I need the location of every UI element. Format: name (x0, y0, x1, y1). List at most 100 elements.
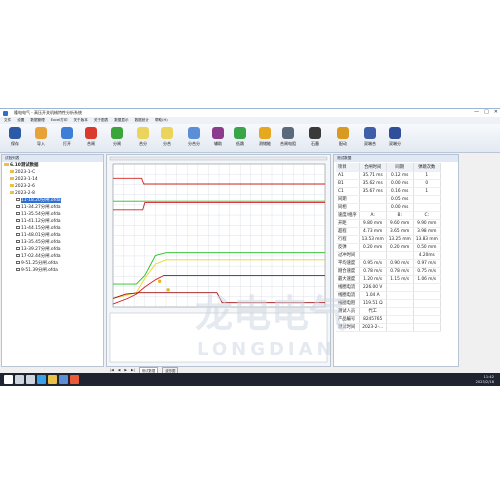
tree-folder[interactable]: 2023-2-8 (2, 190, 103, 197)
folder-icon[interactable] (48, 375, 57, 384)
tree-file[interactable]: 17-02.44分闸.ofda (2, 253, 103, 260)
tree-file[interactable]: 9-51.25分闸.ofda (2, 260, 103, 267)
tree-file[interactable]: 11-34.27分闸.ofda (2, 204, 103, 211)
test-file-tree: 2023-1-C 2023-1-14 2023-2-6 2023-2-8 11-18.2… (2, 169, 103, 274)
tree-folder[interactable]: 2023-1-14 (2, 176, 103, 183)
folder-icon (4, 162, 9, 166)
toolbar-button-save[interactable]: 保存 (5, 127, 25, 151)
waveform-info-area (109, 312, 328, 363)
maximize-button[interactable]: □ (484, 109, 489, 115)
tree-file[interactable]: 11-48.01分闸.ofda (2, 232, 103, 239)
close-button[interactable]: ✕ (494, 109, 498, 115)
toolbar-button-label: 分闸 (113, 141, 121, 146)
menu-about-chart[interactable]: 关于图表 (94, 118, 108, 123)
toolbar-button-energy-storage[interactable]: 测储能 (255, 127, 275, 151)
tree-file[interactable]: 11-18.20分闸.ofda (2, 197, 103, 204)
table-row[interactable]: 测试人员 代工 (336, 307, 441, 316)
table-row[interactable]: 线圈电流 1.04 A (336, 291, 441, 300)
table-cell: 1 (413, 171, 441, 180)
search-icon[interactable] (15, 375, 24, 384)
toolbar-button-label: 辅助 (214, 141, 222, 146)
menu-data-statistics[interactable]: 数据统计 (135, 118, 149, 123)
toolbar-button-graphite[interactable]: 石墨 (305, 127, 325, 151)
table-row[interactable]: 线圈电阻 119.51 Ω (336, 299, 441, 308)
toolbar-button-ocо[interactable]: 分合分 (184, 127, 204, 151)
table-row[interactable]: 反弹 0.20 mm 0.20 mm 0.50 mm (336, 243, 441, 252)
table-row[interactable]: 测试时间 2023-2-... (336, 323, 441, 332)
menu-file[interactable]: 文件 (4, 118, 11, 123)
tree-root[interactable]: 6.10测试数据 (2, 162, 103, 169)
browser-icon[interactable] (37, 375, 46, 384)
cursor-marker[interactable] (166, 288, 170, 292)
table-cell (413, 195, 441, 204)
clock-date[interactable]: 2023/2/18 (476, 380, 494, 385)
table-cell: 226.00 V (359, 283, 387, 292)
table-row[interactable]: 行程 13.53 mm 13.25 mm 13.83 mm (336, 235, 441, 244)
menu-data-display[interactable]: 数据显示 (114, 118, 128, 123)
nav-last-button[interactable]: ▶| (131, 368, 135, 372)
toolbar-button-closing-resistor[interactable]: 合闸电阻 (278, 127, 298, 151)
tree-file[interactable]: 11-44.15分闸.ofda (2, 225, 103, 232)
table-row[interactable]: 平均速度 0.95 m/s 0.90 m/s 0.97 m/s (336, 259, 441, 268)
tree-file[interactable]: 11-41.12分闸.ofda (2, 218, 103, 225)
table-row[interactable]: 最大速度 1.20 m/s 1.15 m/s 1.06 m/s (336, 275, 441, 284)
table-cell: 测试时间 (336, 323, 360, 332)
menu-help[interactable]: 帮助(H) (155, 118, 168, 123)
nav-next-button[interactable]: ▶ (124, 368, 127, 372)
menu-settings[interactable]: 设置 (17, 118, 24, 123)
toolbar-button-close-open[interactable]: 合分 (133, 127, 153, 151)
tree-item-label: 9-51.39分闸.ofda (21, 268, 58, 273)
menu-about-version[interactable]: 关于版本 (73, 118, 87, 123)
open-close-icon (161, 127, 173, 139)
toolbar-button-dual-open[interactable]: 双端分 (385, 127, 405, 151)
test-list-header: 试验列表 (2, 155, 103, 162)
toolbar-button-import[interactable]: 导入 (31, 127, 51, 151)
app-icon (3, 110, 8, 116)
table-row[interactable]: 同期 0.05 ms (336, 195, 441, 204)
table-cell (386, 315, 414, 324)
cursor-marker[interactable] (158, 279, 162, 283)
auxiliary-icon (212, 127, 224, 139)
table-cell: 反弹 (336, 243, 360, 252)
table-row[interactable]: 产品编号 8245765 (336, 315, 441, 324)
table-row[interactable]: B1 35.62 ms 0.00 ms 0 (336, 179, 441, 188)
toolbar-button-close-circuit[interactable]: 合闸 (81, 127, 101, 151)
minimize-button[interactable]: — (474, 109, 479, 115)
tree-file[interactable]: 13-35.45分闸.ofda (2, 239, 103, 246)
table-row[interactable]: 刚合速度 0.78 m/s 0.78 m/s 0.75 m/s (336, 267, 441, 276)
toolbar-button-open-close[interactable]: 分合 (157, 127, 177, 151)
toolbar-button-open[interactable]: 打开 (57, 127, 77, 151)
tree-folder[interactable]: 2023-1-C (2, 169, 103, 176)
table-row[interactable]: 过冲时间 4.20ms (336, 251, 441, 260)
column-header: 项目 (336, 163, 360, 172)
toolbar-button-linkage[interactable]: 配动 (333, 127, 353, 151)
toolbar-button-low-trip[interactable]: 低跳 (230, 127, 250, 151)
file-icon (16, 260, 20, 265)
toolbar-button-dual-close[interactable]: 双端合 (360, 127, 380, 151)
windows-start-icon[interactable] (4, 375, 13, 384)
app-icon[interactable] (70, 375, 79, 384)
menu-excel-print[interactable]: Excel打印 (51, 118, 68, 123)
table-row[interactable]: 开距 9.80 mm 9.60 mm 9.90 mm (336, 219, 441, 228)
table-row[interactable]: A1 35.71 ms 0.12 ms 1 (336, 171, 441, 180)
tree-file[interactable]: 13-39.27分闸.ofda (2, 246, 103, 253)
table-row[interactable]: 同相 0.00 ms (336, 203, 441, 212)
tree-item-label: 2023-2-8 (15, 191, 35, 196)
table-row[interactable]: 超程 4.73 mm 3.65 mm 3.98 mm (336, 227, 441, 236)
closing-resistor-icon (282, 127, 294, 139)
table-row[interactable]: 速度/相序 A: B: C: (336, 211, 441, 220)
nav-first-button[interactable]: |◀ (110, 368, 114, 372)
toolbar-button-auxiliary[interactable]: 辅助 (208, 127, 228, 151)
tree-folder[interactable]: 2023-2-6 (2, 183, 103, 190)
tree-file[interactable]: 11-35.54分闸.ofda (2, 211, 103, 218)
toolbar-button-open-circuit[interactable]: 分闸 (107, 127, 127, 151)
table-row[interactable]: 线圈电流 226.00 V (336, 283, 441, 292)
task-view-icon[interactable] (26, 375, 35, 384)
toolbar-button-label: 合闸 (87, 141, 95, 146)
nav-prev-button[interactable]: ◀ (118, 368, 121, 372)
table-cell: 9.60 mm (386, 219, 414, 228)
store-icon[interactable] (59, 375, 68, 384)
table-row[interactable]: C1 35.67 ms 0.16 ms 1 (336, 187, 441, 196)
menu-data-management[interactable]: 数据管理 (30, 118, 44, 123)
tree-file[interactable]: 9-51.39分闸.ofda (2, 267, 103, 274)
